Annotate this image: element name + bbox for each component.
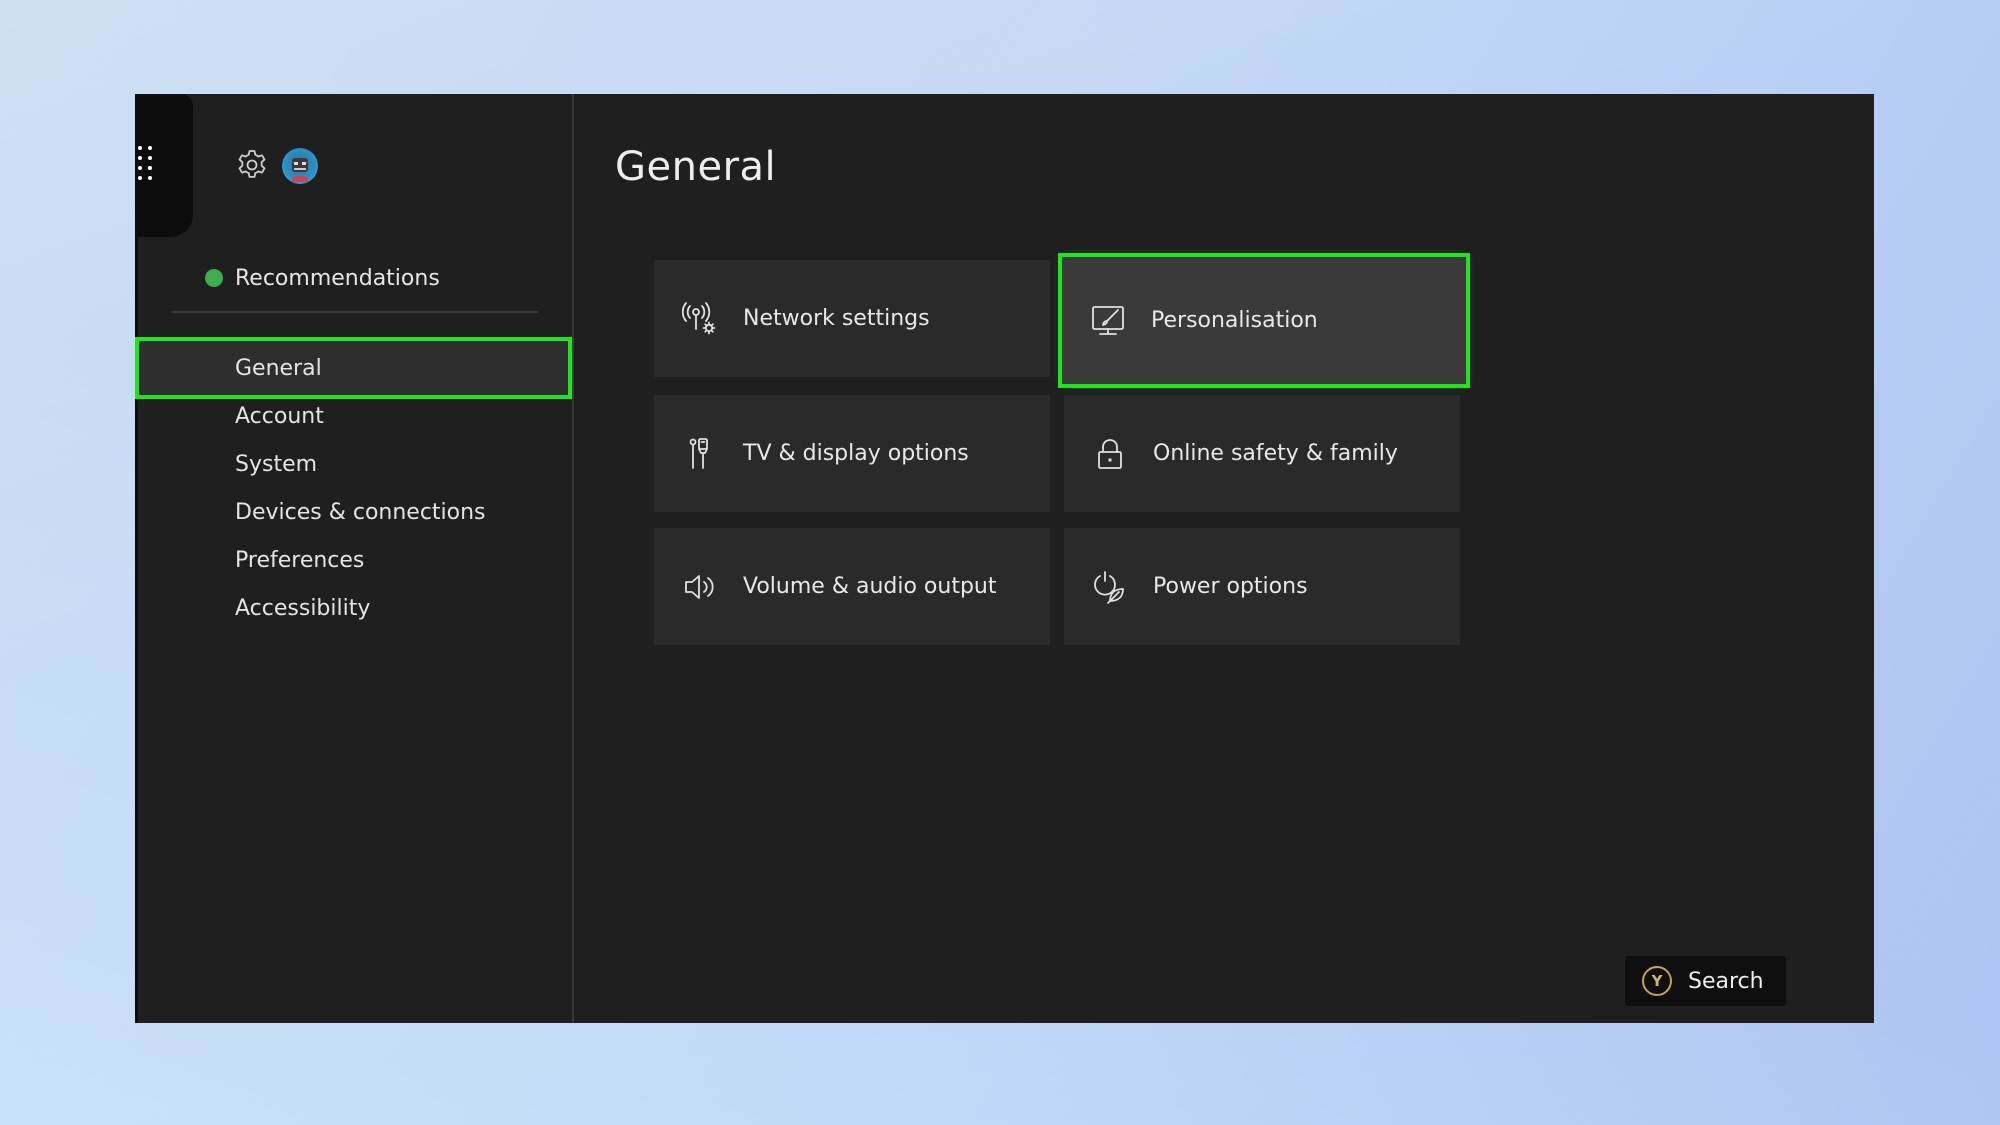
- sidebar-item-label: System: [235, 451, 318, 477]
- search-label: Search: [1688, 968, 1764, 994]
- tile-volume-audio-output[interactable]: Volume & audio output: [654, 528, 1050, 645]
- tile-tv-display-options[interactable]: TV & display options: [654, 395, 1050, 512]
- tile-label: Online safety & family: [1153, 441, 1398, 466]
- sidebar-nav: General Account System Devices & connect…: [135, 337, 572, 639]
- speaker-icon: [685, 574, 714, 599]
- settings-window: Recommendations General Account System D…: [135, 94, 1874, 1023]
- network-settings-icon: [682, 301, 716, 334]
- lock-icon: [1098, 438, 1122, 469]
- personalisation-icon: [1092, 305, 1124, 335]
- tile-power-options[interactable]: Power options: [1064, 528, 1460, 645]
- recommendations-label: Recommendations: [235, 265, 440, 291]
- page-title: General: [615, 144, 777, 190]
- y-button-icon: Y: [1642, 966, 1672, 996]
- sidebar-divider: [572, 94, 574, 1023]
- avatar[interactable]: [282, 148, 318, 184]
- power-leaf-icon: [1094, 570, 1124, 604]
- sidebar-item-label: Preferences: [235, 547, 365, 573]
- sidebar-item-accessibility[interactable]: Accessibility: [135, 577, 572, 639]
- divider: [172, 311, 538, 313]
- status-dot: [205, 269, 223, 287]
- gear-icon[interactable]: [235, 148, 269, 182]
- tile-label: Volume & audio output: [743, 574, 997, 599]
- tile-personalisation[interactable]: Personalisation: [1058, 253, 1470, 388]
- tile-label: Power options: [1153, 574, 1308, 599]
- tile-label: Network settings: [743, 306, 930, 331]
- search-button[interactable]: Y Search: [1625, 956, 1786, 1006]
- tile-network-settings[interactable]: Network settings: [654, 260, 1050, 377]
- sidebar-item-label: Devices & connections: [235, 499, 486, 525]
- recommendations-item[interactable]: Recommendations: [205, 260, 440, 296]
- guide-tab[interactable]: [135, 94, 193, 237]
- guide-dots-icon: [138, 146, 152, 180]
- tile-online-safety-family[interactable]: Online safety & family: [1064, 395, 1460, 512]
- sidebar-item-label: Account: [235, 403, 324, 429]
- sidebar-item-label: General: [235, 355, 322, 381]
- tile-label: Personalisation: [1151, 308, 1318, 333]
- tile-label: TV & display options: [743, 441, 969, 466]
- sidebar-item-label: Accessibility: [235, 595, 371, 621]
- tv-display-icon: [689, 437, 708, 469]
